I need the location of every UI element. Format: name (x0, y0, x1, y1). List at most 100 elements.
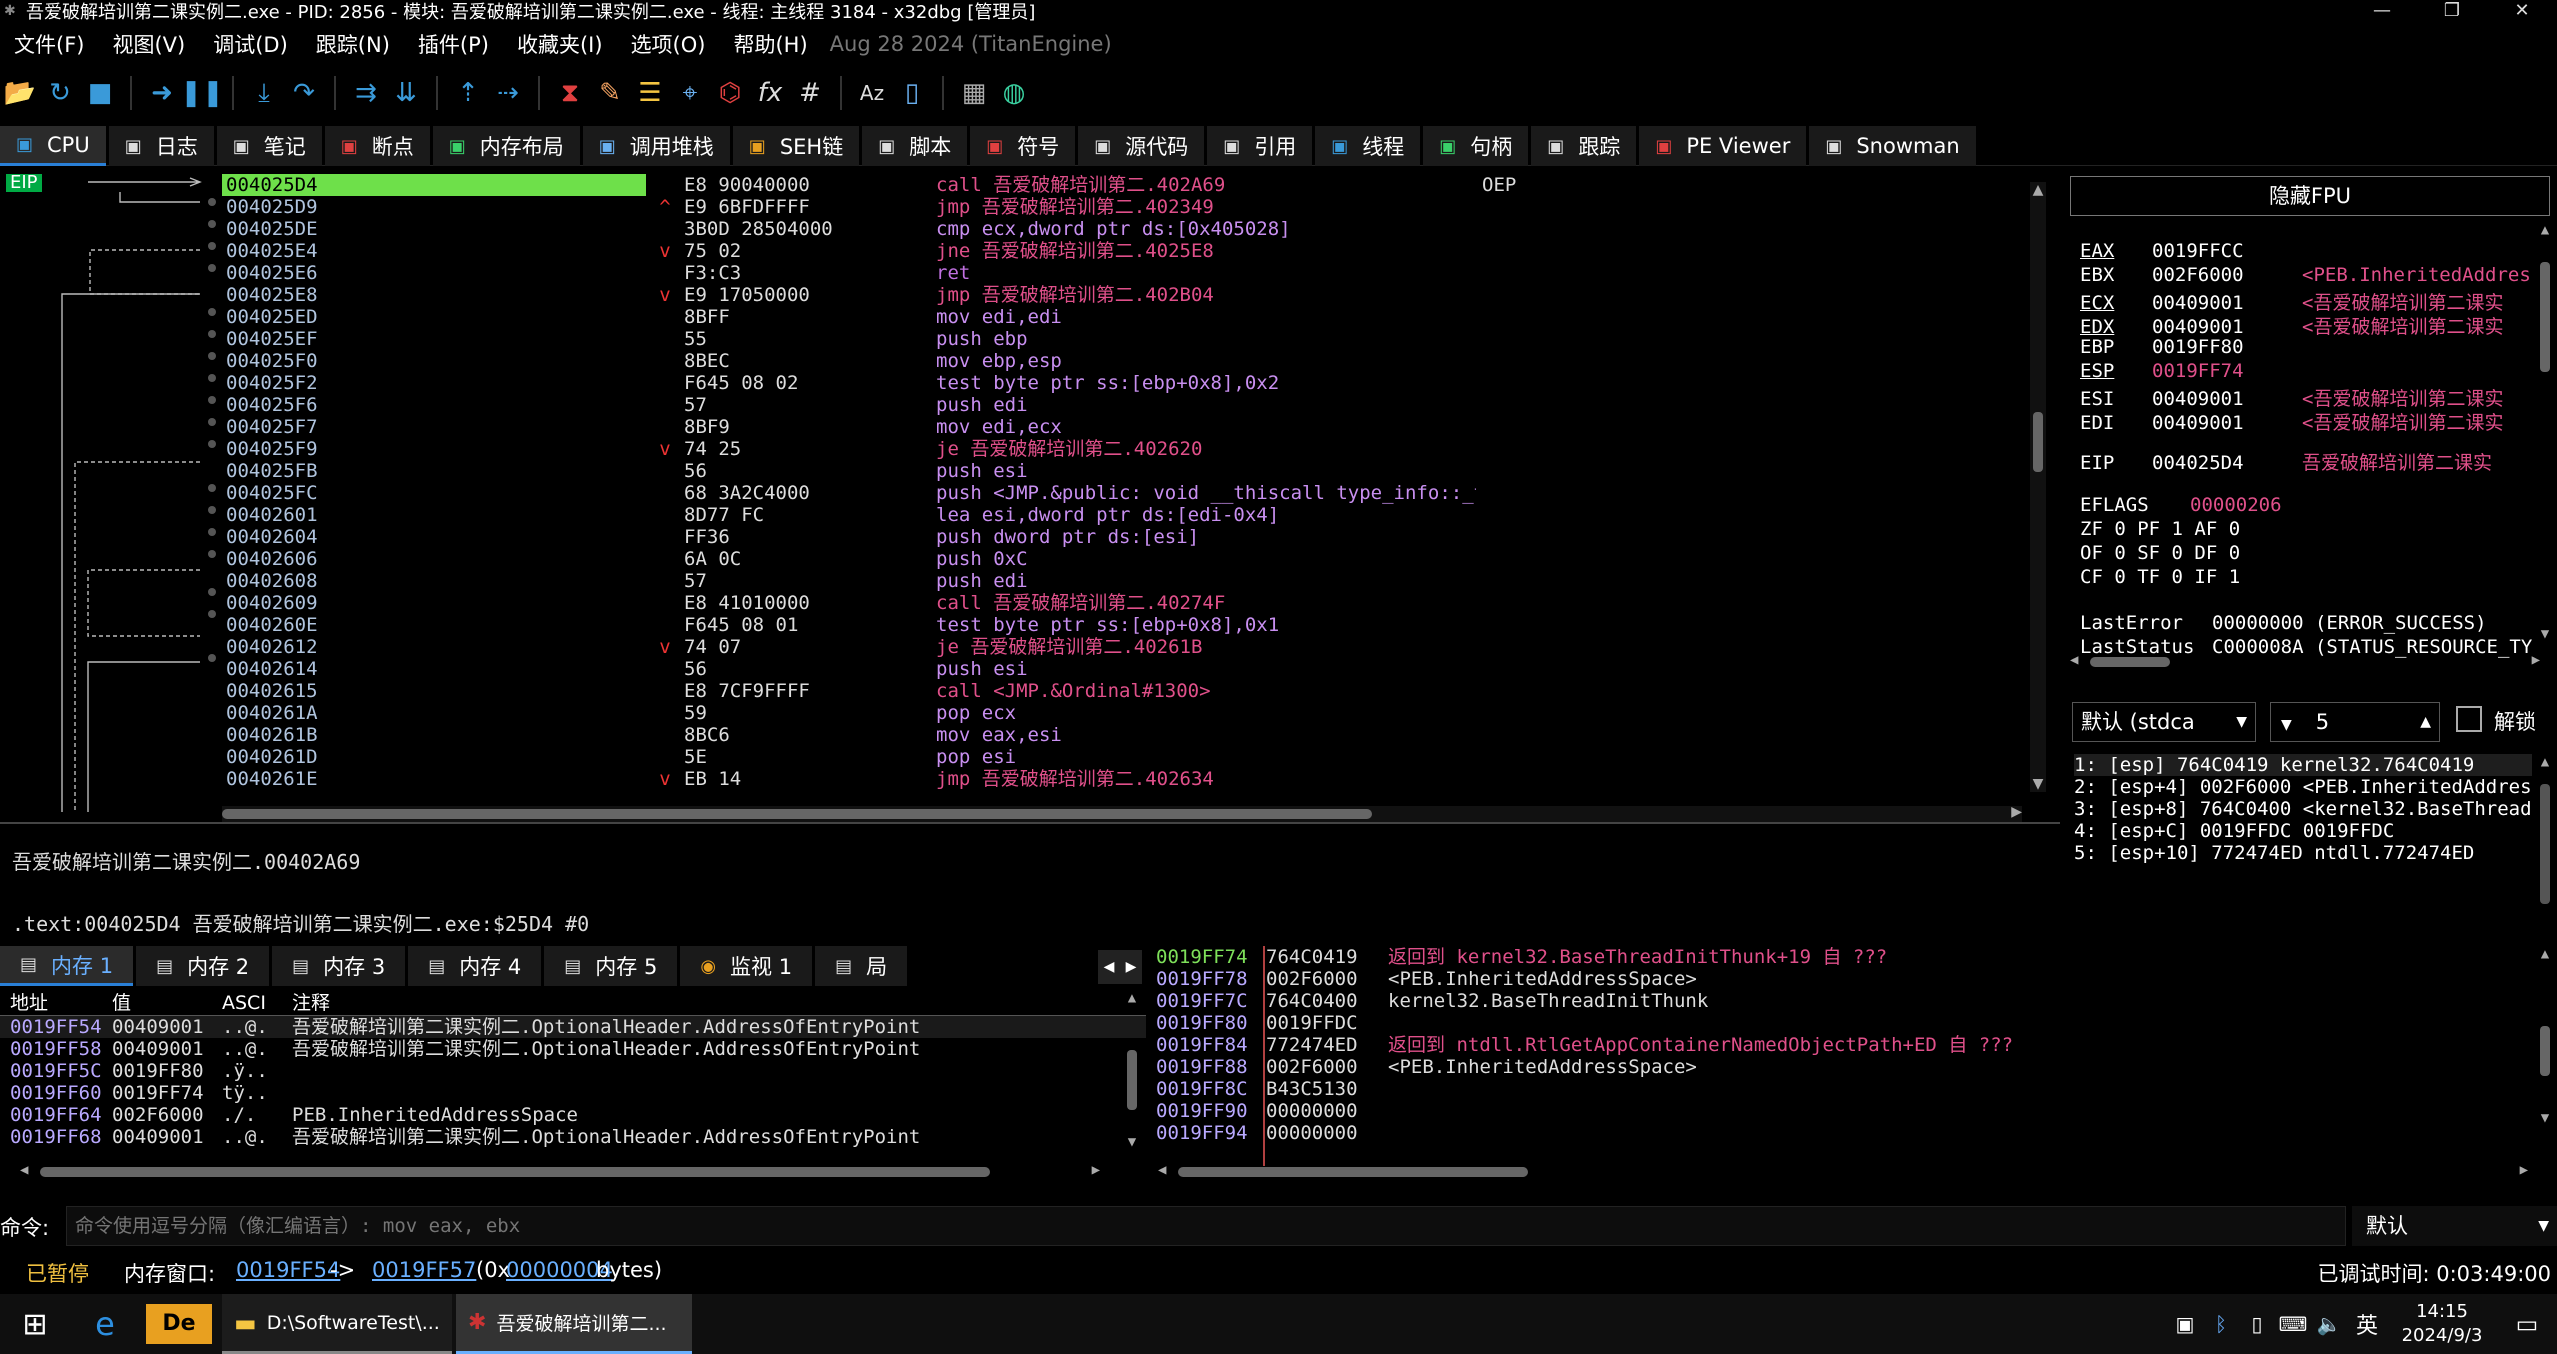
menu-favourites[interactable]: 收藏夹(I) (503, 29, 617, 59)
register-row[interactable]: EDX 00409001 <吾爱破解培训第二课实 (2080, 312, 2503, 338)
disasm-row[interactable]: 004025F0 8BEC mov ebp,esp (222, 350, 2028, 372)
tray-volume-icon[interactable]: 🔈 (2311, 1312, 2347, 1336)
tab-callstack[interactable]: ▣ 调用堆栈 (582, 126, 730, 166)
memtab-2[interactable]: ▤ 内存 2 (136, 946, 270, 986)
bookmarks-icon[interactable]: ⌬ (711, 74, 749, 112)
flags-row[interactable]: CF 0 TF 0 IF 1 (2080, 566, 2240, 590)
memory-dump[interactable]: 地址 值 ASCI 注释 0019FF54 00409001 ..@. 吾爱破解培训第… (0, 990, 1146, 1190)
disasm-row[interactable]: 00402606 6A 0C push 0xC (222, 548, 2028, 570)
disasm-scrollbar[interactable]: ▲ ▼ (2030, 182, 2046, 792)
ie-icon[interactable]: e (70, 1305, 140, 1343)
disasm-row[interactable]: 0040261A 59 pop ecx (222, 702, 2028, 724)
tab-log[interactable]: ▣ 日志 (108, 126, 214, 166)
memtab-4[interactable]: ▤ 内存 4 (408, 946, 542, 986)
memtab-5[interactable]: ▤ 内存 5 (544, 946, 678, 986)
disasm-row[interactable]: 00402604 FF36 push dword ptr ds:[esi] (222, 526, 2028, 548)
hide-fpu-button[interactable]: 隐藏FPU (2070, 176, 2550, 216)
restart-icon[interactable]: ↻ (41, 74, 79, 112)
stack-row[interactable]: 0019FF7C 764C0400 kernel32.BaseThreadInitT… (1150, 990, 2013, 1012)
stack-args-list[interactable]: 1: [esp] 764C0419 kernel32.764C0419 2: [e… (2066, 754, 2557, 924)
task-x32dbg[interactable]: ✱ 吾爱破解培训第二... (456, 1294, 692, 1354)
disasm-row[interactable]: 00402601 8D77 FC lea esi,dword ptr ds:[edi… (222, 504, 2028, 526)
disasm-row[interactable]: 00402615 E8 7CF9FFFF call <JMP.&Ordinal#13… (222, 680, 2028, 702)
eflags-row[interactable]: EFLAGS 00000206 (2080, 494, 2282, 518)
unlock-checkbox[interactable] (2456, 706, 2482, 732)
disasm-row[interactable]: 00402614 56 push esi (222, 658, 2028, 680)
execute-till-return-icon[interactable]: ⇡ (449, 74, 487, 112)
ime-indicator[interactable]: 英 (2347, 1308, 2387, 1340)
register-row[interactable]: EAX 0019FFCC (2080, 240, 2302, 264)
col-ascii[interactable]: ASCI (222, 990, 292, 1015)
stack-row[interactable]: 0019FF90 00000000 (1150, 1100, 2013, 1122)
register-row[interactable]: EBP 0019FF80 (2080, 336, 2302, 360)
disasm-row[interactable]: 0040261D 5E pop esi (222, 746, 2028, 768)
tab-pe[interactable]: ▣ PE Viewer (1639, 126, 1807, 166)
stack-hscrollbar[interactable]: ◀ ▶ (1158, 1162, 2528, 1180)
disasm-hscrollbar[interactable]: ▶ (222, 804, 2022, 822)
tab-memory-map[interactable]: ▣ 内存布局 (432, 126, 580, 166)
tray-security-icon[interactable]: ▣ (2167, 1312, 2203, 1336)
register-row[interactable]: EIP 004025D4 吾爱破解培训第二课实 (2080, 448, 2492, 474)
globe-icon[interactable]: ◍ (995, 74, 1033, 112)
stack-row[interactable]: 0019FF88 002F6000 <PEB.InheritedAddressSpa… (1150, 1056, 2013, 1078)
tab-seh[interactable]: ▣ SEH链 (732, 126, 860, 166)
disasm-row[interactable]: 004025D4 E8 90040000 call 吾爱破解培训第二.402A69 O… (222, 174, 2028, 196)
step-over-icon[interactable]: ↷ (285, 74, 323, 112)
memtab-6[interactable]: ◉ 监视 1 (680, 946, 813, 986)
memory-row[interactable]: 0019FF68 00409001 ..@. 吾爱破解培训第二课实例二.Optiona… (0, 1126, 1146, 1148)
col-comment[interactable]: 注释 (292, 990, 330, 1015)
tab-notes[interactable]: ▣ 笔记 (216, 126, 322, 166)
task-explorer[interactable]: ▬ D:\SoftwareTest\... (222, 1294, 452, 1354)
stack-row[interactable]: 0019FF8C B43C5130 (1150, 1078, 2013, 1100)
start-windows-icon[interactable]: ⊞ (0, 1307, 70, 1342)
register-row[interactable]: ESI 00409001 <吾爱破解培训第二课实 (2080, 384, 2503, 410)
flags-row[interactable]: OF 0 SF 0 DF 0 (2080, 542, 2240, 566)
comments-icon[interactable]: ☰ (631, 74, 669, 112)
labels-icon[interactable]: ⌖ (671, 74, 709, 112)
menu-view[interactable]: 视图(V) (98, 29, 199, 59)
font-size-icon[interactable]: Aᴢ (853, 74, 891, 112)
disasm-row[interactable]: 004025F6 57 push edi (222, 394, 2028, 416)
memory-row[interactable]: 0019FF54 00409001 ..@. 吾爱破解培训第二课实例二.Optiona… (0, 1016, 1146, 1038)
register-row[interactable]: EDI 00409001 <吾爱破解培训第二课实 (2080, 408, 2503, 434)
memdump-scrollbar[interactable]: ▲ ▼ (1124, 990, 1140, 1150)
stack-arg-row[interactable]: 3: [esp+8] 764C0400 <kernel32.BaseThread (2074, 798, 2532, 820)
trace-into-icon[interactable]: ⇉ (347, 74, 385, 112)
disasm-row[interactable]: 004025D9 ^ E9 6BFDFFFF jmp 吾爱破解培训第二.402349 (222, 196, 2028, 218)
disasm-row[interactable]: 0040261B 8BC6 mov eax,esi (222, 724, 2028, 746)
memory-row[interactable]: 0019FF5C 0019FF80 .ÿ.. (0, 1060, 1146, 1082)
registers-scrollbar[interactable]: ▲ ▼ (2537, 222, 2553, 642)
flags-row[interactable]: ZF 0 PF 1 AF 0 (2080, 518, 2240, 542)
disasm-row[interactable]: 0040261E v EB 14 jmp 吾爱破解培训第二.402634 (222, 768, 2028, 790)
open-icon[interactable]: 📂 (1, 74, 39, 112)
memtab-1[interactable]: ▤ 内存 1 (0, 946, 134, 986)
stack-arg-row[interactable]: 1: [esp] 764C0419 kernel32.764C0419 (2074, 754, 2532, 776)
disasm-row[interactable]: 004025F2 F645 08 02 test byte ptr ss:[ebp+… (222, 372, 2028, 394)
memory-row[interactable]: 0019FF60 0019FF74 tÿ.. (0, 1082, 1146, 1104)
menu-file[interactable]: 文件(F) (0, 29, 98, 59)
menu-help[interactable]: 帮助(H) (719, 29, 821, 59)
lasterror-row[interactable]: LastError 00000000 (ERROR_SUCCESS) (2080, 612, 2487, 636)
disasm-row[interactable]: 004025E8 v E9 17050000 jmp 吾爱破解培训第二.402B04 (222, 284, 2028, 306)
maximize-button[interactable]: ❐ (2417, 0, 2487, 22)
tray-bluetooth-icon[interactable]: ᛒ (2203, 1312, 2239, 1336)
tray-usb-icon[interactable]: ▯ (2239, 1312, 2275, 1336)
stack-scrollbar[interactable]: ▲ ▼ (2537, 946, 2553, 1126)
disasm-row[interactable]: 004025ED 8BFF mov edi,edi (222, 306, 2028, 328)
stack-row[interactable]: 0019FF80 0019FFDC (1150, 1012, 2013, 1034)
dev-tool-icon[interactable]: De (146, 1304, 212, 1344)
run-icon[interactable]: ➜ (143, 74, 181, 112)
disasm-row[interactable]: 004025F7 8BF9 mov edi,ecx (222, 416, 2028, 438)
command-input[interactable] (66, 1206, 2346, 1246)
tab-snowman[interactable]: ▣ Snowman (1809, 126, 1976, 166)
pause-icon[interactable]: ❚❚ (180, 74, 224, 112)
col-value[interactable]: 值 (112, 990, 222, 1015)
stack-arg-row[interactable]: 2: [esp+4] 002F6000 <PEB.InheritedAddres (2074, 776, 2532, 798)
arg-count-spinner[interactable]: ▼ 5 ▲ (2270, 702, 2440, 742)
memwin-from[interactable]: 0019FF54 (236, 1258, 340, 1282)
menu-trace[interactable]: 跟踪(N) (302, 29, 404, 59)
col-addr[interactable]: 地址 (0, 990, 112, 1015)
stack-arg-row[interactable]: 5: [esp+10] 772474ED ntdll.772474ED (2074, 842, 2532, 864)
stack-row[interactable]: 0019FF74 764C0419 返回到 kernel32.BaseThreadI… (1150, 946, 2013, 968)
memwin-to[interactable]: 0019FF57 (372, 1258, 476, 1282)
